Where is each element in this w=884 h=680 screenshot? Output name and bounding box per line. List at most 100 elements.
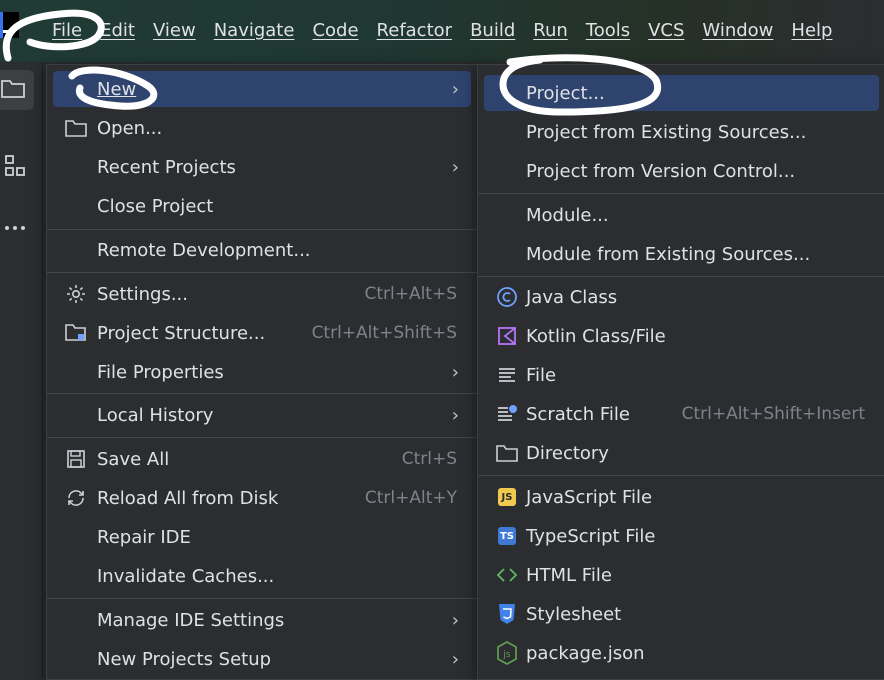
menu-separator (478, 475, 884, 476)
menu-item-label: Manage IDE Settings (97, 609, 285, 631)
menu-item-label: Scratch File (526, 403, 630, 425)
menu-navigate[interactable]: Navigate (214, 18, 295, 46)
menu-item-project[interactable]: Project... (484, 75, 879, 111)
menu-item-file[interactable]: File (484, 357, 879, 393)
menu-item-project-structure[interactable]: Project Structure... Ctrl+Alt+Shift+S (53, 315, 471, 351)
menu-tools[interactable]: Tools (586, 18, 630, 46)
menu-item-label: JavaScript File (526, 486, 653, 508)
menu-item-reload-all[interactable]: Reload All from Disk Ctrl+Alt+Y (53, 480, 471, 516)
menu-item-settings[interactable]: Settings... Ctrl+Alt+S (53, 276, 471, 312)
menu-item-new[interactable]: New › (53, 71, 471, 107)
menu-item-open[interactable]: Open... (53, 110, 471, 146)
menu-item-label: New Projects Setup (97, 648, 272, 670)
menu-file[interactable]: File (52, 18, 82, 46)
menu-separator (47, 598, 477, 599)
css-icon (496, 603, 518, 625)
menu-item-recent-projects[interactable]: Recent Projects › (53, 149, 471, 185)
menu-item-project-vcs[interactable]: Project from Version Control... (484, 153, 879, 189)
menu-item-label: Module... (526, 204, 609, 226)
typescript-icon: TS (496, 525, 518, 547)
title-bar: File Edit View Navigate Code Refactor Bu… (0, 0, 884, 62)
menu-item-label: Project Structure... (97, 322, 266, 344)
menu-item-label: Settings... (97, 283, 188, 305)
menu-item-label: Project from Version Control... (526, 160, 796, 182)
menu-item-javascript-file[interactable]: JS JavaScript File (484, 479, 879, 515)
menu-item-repair-ide[interactable]: Repair IDE (53, 519, 471, 555)
menu-item-invalidate-caches[interactable]: Invalidate Caches... (53, 558, 471, 594)
menu-item-label: Remote Development... (97, 239, 311, 261)
kotlin-icon (496, 325, 518, 347)
reload-icon (65, 487, 87, 509)
more-icon (5, 226, 25, 230)
structure-tool-button[interactable] (0, 148, 34, 182)
menu-window[interactable]: Window (702, 18, 773, 46)
shortcut-label: Ctrl+Alt+Shift+Insert (681, 404, 865, 424)
tool-window-strip (0, 62, 43, 678)
menu-item-kotlin-class[interactable]: Kotlin Class/File (484, 318, 879, 354)
new-submenu: Project... Project from Existing Sources… (477, 64, 884, 680)
menu-item-label: Project... (526, 82, 605, 104)
menu-run[interactable]: Run (533, 18, 568, 46)
app-logo-icon (0, 12, 19, 38)
menu-item-label: File Properties (97, 361, 224, 383)
shortcut-label: Ctrl+S (401, 449, 457, 469)
menu-edit[interactable]: Edit (100, 18, 135, 46)
menu-item-typescript-file[interactable]: TS TypeScript File (484, 518, 879, 554)
nodejs-icon: js (496, 641, 518, 665)
file-text-icon (496, 364, 518, 386)
menu-item-package-json[interactable]: js package.json (484, 635, 879, 671)
menu-item-label: Stylesheet (526, 603, 622, 625)
menu-item-html-file[interactable]: HTML File (484, 557, 879, 593)
menu-item-stylesheet[interactable]: Stylesheet (484, 596, 879, 632)
menu-item-local-history[interactable]: Local History › (53, 397, 471, 433)
menu-separator (47, 272, 477, 273)
menu-view[interactable]: View (153, 18, 196, 46)
html-icon (496, 564, 518, 586)
chevron-right-icon: › (451, 648, 459, 670)
menu-help[interactable]: Help (791, 18, 832, 46)
folder-icon (65, 117, 87, 139)
menu-item-label: Reload All from Disk (97, 487, 279, 509)
file-menu: New › Open... Recent Projects › Close Pr… (46, 64, 478, 680)
menu-refactor[interactable]: Refactor (377, 18, 453, 46)
project-structure-icon (65, 322, 87, 344)
menu-code[interactable]: Code (312, 18, 358, 46)
menu-item-label: package.json (526, 642, 645, 664)
menu-item-label: Project from Existing Sources... (526, 121, 807, 143)
menu-item-module[interactable]: Module... (484, 197, 879, 233)
scratch-file-icon (496, 403, 518, 425)
menu-vcs[interactable]: VCS (648, 18, 684, 46)
folder-icon (496, 442, 518, 464)
structure-icon (5, 155, 25, 176)
shortcut-label: Ctrl+Alt+Y (364, 488, 457, 508)
menu-item-manage-ide-settings[interactable]: Manage IDE Settings › (53, 602, 471, 638)
menu-item-label: File (526, 364, 557, 386)
main-menu-bar: File Edit View Navigate Code Refactor Bu… (52, 18, 850, 46)
save-icon (65, 448, 87, 470)
menu-item-label: Directory (526, 442, 609, 464)
menu-item-module-existing[interactable]: Module from Existing Sources... (484, 236, 879, 272)
menu-item-label: TypeScript File (526, 525, 656, 547)
menu-item-label: New (97, 78, 137, 100)
menu-item-label: Close Project (97, 195, 214, 217)
menu-item-remote-development[interactable]: Remote Development... (53, 232, 471, 268)
chevron-right-icon: › (451, 609, 459, 631)
menu-item-directory[interactable]: Directory (484, 435, 879, 471)
menu-item-save-all[interactable]: Save All Ctrl+S (53, 441, 471, 477)
project-tool-button[interactable] (0, 70, 34, 110)
menu-item-label: Recent Projects (97, 156, 236, 178)
shortcut-label: Ctrl+Alt+Shift+S (311, 323, 457, 343)
menu-item-label: Open... (97, 117, 163, 139)
menu-item-project-existing[interactable]: Project from Existing Sources... (484, 114, 879, 150)
more-tools-button[interactable] (0, 212, 34, 246)
menu-build[interactable]: Build (470, 18, 515, 46)
menu-item-close-project[interactable]: Close Project (53, 188, 471, 224)
shortcut-label: Ctrl+Alt+S (364, 284, 457, 304)
menu-separator (47, 437, 477, 438)
menu-item-scratch-file[interactable]: Scratch File Ctrl+Alt+Shift+Insert (484, 396, 879, 432)
chevron-right-icon: › (451, 404, 459, 426)
menu-item-new-projects-setup[interactable]: New Projects Setup › (53, 641, 471, 677)
menu-item-file-properties[interactable]: File Properties › (53, 354, 471, 390)
menu-item-java-class[interactable]: Java Class (484, 279, 879, 315)
menu-separator (47, 229, 477, 230)
